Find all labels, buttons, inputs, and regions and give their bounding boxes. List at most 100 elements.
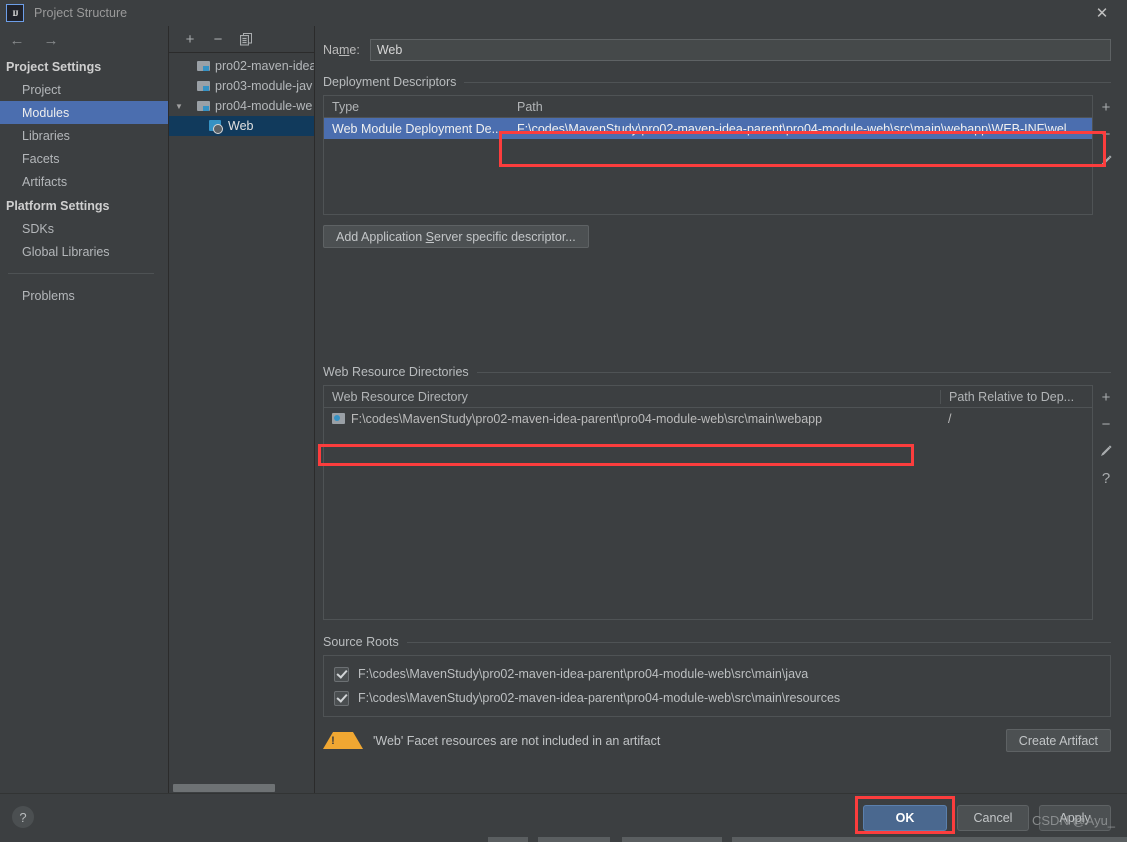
tree-node-label: Web bbox=[228, 119, 254, 133]
sidebar-item-sdks[interactable]: SDKs bbox=[0, 217, 168, 240]
tree-twisty-expanded-icon[interactable]: ▼ bbox=[173, 102, 185, 111]
nav-divider bbox=[8, 273, 154, 274]
column-header-type[interactable]: Type bbox=[324, 100, 509, 114]
intellij-logo-icon: IJ bbox=[6, 4, 24, 22]
cell-descriptor-path: F:\codes\MavenStudy\pro02-maven-idea-par… bbox=[517, 121, 1067, 136]
tree-node-pro03[interactable]: pro03-module-jav bbox=[169, 76, 314, 96]
table-row[interactable]: F:\codes\MavenStudy\pro02-maven-idea-par… bbox=[324, 408, 1092, 429]
tree-node-label: pro04-module-we bbox=[215, 99, 313, 113]
web-resource-directories-toolbar: + − ? bbox=[1093, 385, 1119, 620]
section-rule bbox=[476, 371, 1111, 373]
source-roots-title: Source Roots bbox=[323, 635, 399, 649]
module-folder-icon bbox=[197, 100, 211, 112]
source-root-checkbox[interactable] bbox=[334, 666, 349, 682]
facet-name-row: Name: bbox=[315, 26, 1127, 61]
web-resource-directories-title: Web Resource Directories bbox=[323, 365, 469, 379]
create-artifact-button[interactable]: Create Artifact bbox=[1005, 729, 1111, 752]
artifact-warning-row: 'Web' Facet resources are not included i… bbox=[323, 729, 1111, 752]
table-header-row: Type Path bbox=[324, 96, 1092, 118]
add-descriptor-button-wrap: Add Application Server specific descript… bbox=[315, 215, 1127, 248]
table-row[interactable]: Web Module Deployment De.. F:\codes\Mave… bbox=[324, 118, 1092, 139]
web-facet-icon bbox=[209, 119, 223, 134]
cell-descriptor-type: Web Module Deployment De.. bbox=[332, 121, 499, 136]
close-icon[interactable]: ✕ bbox=[1093, 4, 1111, 22]
web-resource-directories-table: Web Resource Directory Path Relative to … bbox=[323, 385, 1093, 620]
edit-web-resource-pencil-icon[interactable] bbox=[1096, 442, 1116, 460]
table-header-row: Web Resource Directory Path Relative to … bbox=[324, 386, 1092, 408]
module-tree-toolbar: + − bbox=[169, 26, 314, 53]
web-resource-help-icon[interactable]: ? bbox=[1096, 469, 1116, 487]
remove-module-icon[interactable]: − bbox=[209, 30, 227, 48]
tree-node-pro02[interactable]: pro02-maven-idea bbox=[169, 56, 314, 76]
deployment-descriptors-table: Type Path Web Module Deployment De.. F:\… bbox=[323, 95, 1093, 215]
web-facet-settings-pane: Name: Deployment Descriptors Type Path W… bbox=[315, 26, 1127, 794]
dialog-body: ← → Project Settings Project Modules Lib… bbox=[0, 26, 1127, 794]
web-resource-directories-section-header: Web Resource Directories bbox=[315, 365, 1127, 379]
dialog-action-buttons: OK Cancel Apply bbox=[863, 805, 1111, 831]
sidebar-item-artifacts[interactable]: Artifacts bbox=[0, 170, 168, 193]
section-rule bbox=[464, 81, 1111, 83]
sidebar-item-problems[interactable]: Problems bbox=[0, 284, 168, 307]
window-title-bar: IJ Project Structure ✕ bbox=[0, 0, 1127, 26]
module-tree-horizontal-scrollbar[interactable] bbox=[173, 784, 275, 792]
dialog-footer: ? OK Cancel Apply bbox=[0, 793, 1127, 842]
copy-module-icon[interactable] bbox=[237, 30, 255, 48]
back-arrow-icon[interactable]: ← bbox=[6, 30, 28, 50]
add-descriptor-icon[interactable]: + bbox=[1096, 98, 1116, 116]
cell-path-relative: / bbox=[948, 411, 952, 426]
ok-button[interactable]: OK bbox=[863, 805, 947, 831]
module-tree-list: pro02-maven-idea pro03-module-jav ▼ pro0… bbox=[169, 53, 314, 794]
warning-triangle-icon bbox=[323, 732, 363, 749]
facet-name-input[interactable] bbox=[369, 39, 1111, 61]
deployment-descriptors-section-header: Deployment Descriptors bbox=[315, 75, 1127, 89]
module-folder-icon bbox=[197, 80, 211, 92]
deployment-descriptors-table-wrap: Type Path Web Module Deployment De.. F:\… bbox=[323, 95, 1119, 215]
add-module-icon[interactable]: + bbox=[181, 30, 199, 48]
add-application-server-descriptor-button[interactable]: Add Application Server specific descript… bbox=[323, 225, 589, 248]
forward-arrow-icon[interactable]: → bbox=[40, 30, 62, 50]
column-header-path[interactable]: Path bbox=[509, 100, 1092, 114]
source-root-path: F:\codes\MavenStudy\pro02-maven-idea-par… bbox=[358, 667, 809, 681]
column-header-path-relative[interactable]: Path Relative to Dep... bbox=[940, 389, 1092, 404]
remove-descriptor-icon[interactable]: − bbox=[1096, 125, 1116, 143]
help-icon[interactable]: ? bbox=[12, 806, 34, 828]
settings-nav-pane: ← → Project Settings Project Modules Lib… bbox=[0, 26, 169, 794]
deployment-descriptors-title: Deployment Descriptors bbox=[323, 75, 457, 89]
source-root-path: F:\codes\MavenStudy\pro02-maven-idea-par… bbox=[358, 691, 841, 705]
source-root-checkbox[interactable] bbox=[334, 690, 349, 706]
sidebar-item-project[interactable]: Project bbox=[0, 78, 168, 101]
tree-node-label: pro03-module-jav bbox=[215, 79, 313, 93]
nav-group-project-settings-title: Project Settings bbox=[6, 60, 102, 74]
source-roots-section-header: Source Roots bbox=[315, 635, 1127, 649]
sidebar-item-modules[interactable]: Modules bbox=[0, 101, 168, 124]
sidebar-item-global-libraries[interactable]: Global Libraries bbox=[0, 240, 168, 263]
column-header-web-resource-directory[interactable]: Web Resource Directory bbox=[324, 390, 940, 404]
nav-group-platform-settings-title: Platform Settings bbox=[6, 199, 110, 213]
cell-web-resource-directory-text: F:\codes\MavenStudy\pro02-maven-idea-par… bbox=[351, 411, 823, 426]
artifact-warning-text: 'Web' Facet resources are not included i… bbox=[373, 733, 661, 748]
apply-button[interactable]: Apply bbox=[1039, 805, 1111, 831]
directory-folder-icon bbox=[332, 413, 345, 424]
web-resource-directories-table-wrap: Web Resource Directory Path Relative to … bbox=[323, 385, 1119, 620]
deployment-descriptors-toolbar: + − bbox=[1093, 95, 1119, 215]
facet-name-label: Name: bbox=[323, 43, 360, 57]
remove-web-resource-icon[interactable]: − bbox=[1096, 415, 1116, 433]
add-web-resource-icon[interactable]: + bbox=[1096, 388, 1116, 406]
source-root-row[interactable]: F:\codes\MavenStudy\pro02-maven-idea-par… bbox=[324, 686, 1110, 710]
module-tree-pane: + − pro02-maven-idea pro03-module-jav ▼ … bbox=[169, 26, 315, 794]
sidebar-item-facets[interactable]: Facets bbox=[0, 147, 168, 170]
bottom-scroll-strip bbox=[488, 837, 1127, 842]
nav-history-controls: ← → bbox=[0, 26, 168, 54]
source-roots-list: F:\codes\MavenStudy\pro02-maven-idea-par… bbox=[323, 655, 1111, 717]
tree-node-web-facet[interactable]: Web bbox=[169, 116, 314, 136]
window-title: Project Structure bbox=[34, 6, 128, 20]
source-root-row[interactable]: F:\codes\MavenStudy\pro02-maven-idea-par… bbox=[324, 662, 1110, 686]
section-rule bbox=[406, 641, 1111, 643]
tree-node-pro04[interactable]: ▼ pro04-module-we bbox=[169, 96, 314, 116]
tree-node-label: pro02-maven-idea bbox=[215, 59, 314, 73]
cancel-button[interactable]: Cancel bbox=[957, 805, 1029, 831]
cell-web-resource-directory: F:\codes\MavenStudy\pro02-maven-idea-par… bbox=[324, 412, 940, 426]
edit-descriptor-pencil-icon[interactable] bbox=[1096, 152, 1116, 170]
module-folder-icon bbox=[197, 60, 211, 72]
sidebar-item-libraries[interactable]: Libraries bbox=[0, 124, 168, 147]
